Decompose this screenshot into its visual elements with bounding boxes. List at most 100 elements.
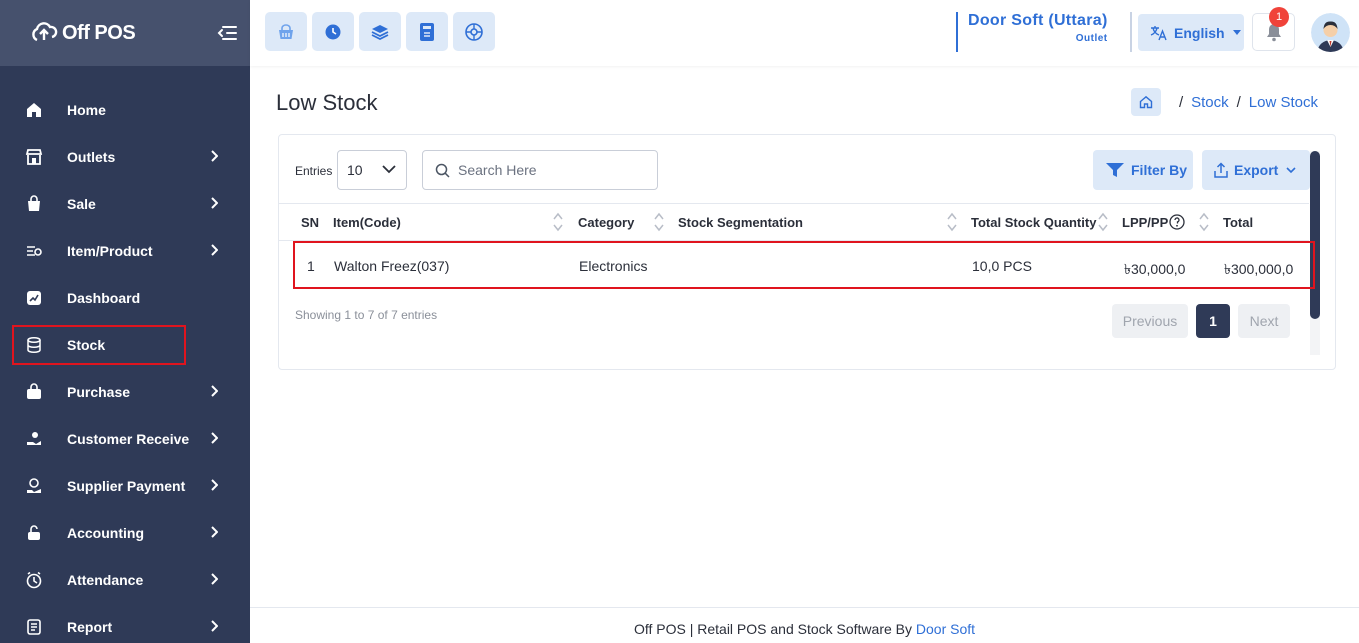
pagination-next[interactable]: Next [1238,304,1290,338]
basket-icon [24,194,44,214]
sidebar-item-stock[interactable]: Stock [0,321,250,368]
sidebar-item-accounting[interactable]: Accounting [0,509,250,556]
list-filter-icon [24,241,44,261]
sort-icon[interactable] [946,212,958,232]
scrollbar-thumb[interactable] [1310,151,1320,319]
chevron-right-icon [211,385,218,397]
sidebar-item-purchase[interactable]: Purchase [0,368,250,415]
search-input[interactable] [458,162,638,178]
home-icon [24,100,44,120]
notification-badge: 1 [1269,7,1289,27]
sort-icon[interactable] [552,212,564,232]
sidebar-item-dashboard[interactable]: Dashboard [0,274,250,321]
collapse-menu-icon[interactable] [216,22,238,44]
sort-icon[interactable] [1097,212,1109,232]
breadcrumb-stock[interactable]: Stock [1191,94,1229,111]
column-header-stock-segmentation[interactable]: Stock Segmentation [678,215,803,230]
breadcrumb-home-button[interactable] [1130,88,1161,116]
database-icon [24,335,44,355]
store-icon [24,147,44,167]
sidebar-item-label: Attendance [67,571,144,588]
column-header-lpp-pp[interactable]: LPP/PP [1122,215,1168,230]
sidebar-item-label: Home [67,101,106,118]
clock-icon [325,24,341,39]
sort-icon[interactable] [653,212,665,232]
report-icon [24,617,44,637]
column-header-total-stock-quantity[interactable]: Total Stock Quantity [971,215,1096,230]
sidebar-item-label: Customer Receive [67,430,190,447]
brand-header: Off POS [0,0,250,66]
hand-coin-icon [24,429,44,449]
sidebar-item-home[interactable]: Home [0,86,250,133]
user-avatar[interactable] [1311,13,1350,52]
chevron-right-icon [211,620,218,632]
sidebar-item-label: Accounting [67,524,144,541]
cell-sn: 1 [307,258,315,274]
footer-text: Off POS | Retail POS and Stock Software … [633,621,913,637]
entries-select[interactable]: 10 [337,150,407,190]
chevron-right-icon [211,432,218,444]
settings-wheel-icon [465,22,483,41]
sidebar-item-label: Item/Product [67,242,153,259]
breadcrumb-low-stock[interactable]: Low Stock [1249,94,1318,111]
upload-icon [1214,162,1228,178]
sidebar-item-outlets[interactable]: Outlets [0,133,250,180]
chevron-down-icon [1286,166,1296,173]
outlet-name: Door Soft (Uttara) [968,12,1108,29]
pos-basket-button[interactable] [265,12,307,51]
pagination-previous[interactable]: Previous [1112,304,1188,338]
footer: Off POS | Retail POS and Stock Software … [250,607,1359,643]
divider [1130,12,1132,52]
chevron-right-icon [211,150,218,162]
column-header-sn[interactable]: SN [301,215,319,230]
sidebar-nav: Home Outlets Sale Item/Product Dashboard… [0,66,250,643]
chevron-right-icon [211,197,218,209]
help-icon[interactable] [1169,214,1185,230]
breadcrumb: / Stock / Low Stock [1130,88,1318,116]
export-label: Export [1234,162,1279,178]
language-dropdown[interactable]: English [1138,14,1244,51]
low-stock-card: Entries 10 Filter By Export SN Item(Code… [278,134,1336,370]
sidebar-item-customer-receive[interactable]: Customer Receive [0,415,250,462]
payment-icon [24,476,44,496]
entries-label: Entries [295,164,333,178]
cell-total-stock-quantity: 10,0 PCS [972,258,1032,274]
chevron-right-icon [211,573,218,585]
chevron-right-icon [211,479,218,491]
footer-link[interactable]: Door Soft [916,621,975,637]
sidebar-item-item-product[interactable]: Item/Product [0,227,250,274]
sidebar-item-report[interactable]: Report [0,603,250,643]
chart-icon [24,288,44,308]
clock-icon [24,570,44,590]
breadcrumb-separator: / [1178,93,1184,111]
translate-icon [1150,25,1167,40]
export-button[interactable]: Export [1202,150,1310,190]
column-header-total[interactable]: Total [1223,215,1253,230]
sidebar-item-label: Stock [67,336,106,353]
cell-lpp-pp: ৳30,000,0 [1124,261,1186,277]
calculator-button[interactable] [406,12,448,51]
entries-info: Showing 1 to 7 of 7 entries [295,308,438,322]
table-header: SN Item(Code) Category Stock Segmentatio… [279,203,1309,241]
outlet-subtitle: Outlet [1075,33,1108,44]
sidebar-item-label: Sale [67,195,96,212]
brand-logo[interactable]: Off POS [30,21,136,45]
layers-button[interactable] [359,12,401,51]
brand-name: Off POS [62,21,136,44]
breadcrumb-separator: / [1236,93,1241,111]
sidebar-item-attendance[interactable]: Attendance [0,556,250,603]
settings-wheel-button[interactable] [453,12,495,51]
filter-by-button[interactable]: Filter By [1093,150,1193,190]
cell-total: ৳300,000,0 [1224,261,1294,277]
sidebar-item-sale[interactable]: Sale [0,180,250,227]
column-header-category[interactable]: Category [578,215,634,230]
language-label: English [1174,24,1225,41]
pagination-page-current[interactable]: 1 [1196,304,1230,338]
column-header-item-code[interactable]: Item(Code) [333,215,401,230]
outlet-info[interactable]: Door Soft (Uttara) Outlet [956,12,1108,52]
clock-button[interactable] [312,12,354,51]
sort-icon[interactable] [1198,212,1210,232]
sidebar-item-supplier-payment[interactable]: Supplier Payment [0,462,250,509]
search-icon [435,163,450,178]
entries-value: 10 [347,162,363,178]
